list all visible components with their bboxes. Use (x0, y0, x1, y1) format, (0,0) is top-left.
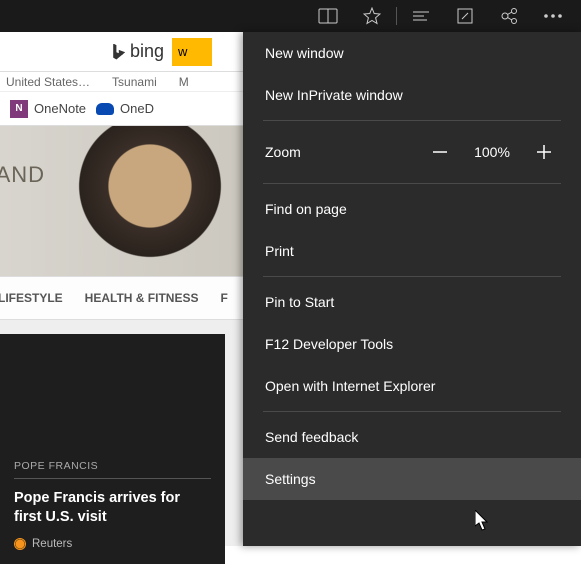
source-label: Reuters (32, 538, 72, 550)
menu-print[interactable]: Print (243, 230, 581, 272)
news-card[interactable]: POPE FRANCIS Pope Francis arrives for fi… (0, 334, 225, 564)
cursor-icon (475, 510, 491, 532)
menu-new-window[interactable]: New window (243, 32, 581, 74)
hero-image (75, 126, 225, 276)
menu-devtools[interactable]: F12 Developer Tools (243, 323, 581, 365)
webnote-icon[interactable] (443, 0, 487, 32)
menu-pin[interactable]: Pin to Start (243, 281, 581, 323)
titlebar (0, 0, 581, 32)
favorite-onenote[interactable]: N OneNote (10, 100, 86, 118)
onenote-icon: N (10, 100, 28, 118)
zoom-value: 100% (471, 144, 513, 160)
reading-view-icon[interactable] (306, 0, 350, 32)
favorite-label: OneNote (34, 101, 86, 116)
nav-health[interactable]: HEALTH & FITNESS (85, 291, 199, 305)
more-icon[interactable] (531, 0, 575, 32)
more-menu: New window New InPrivate window Zoom 100… (243, 32, 581, 546)
nav-more[interactable]: F (220, 291, 227, 305)
favorite-label: OneD (120, 101, 154, 116)
news-source: Reuters (14, 538, 211, 550)
news-title: Pope Francis arrives for first U.S. visi… (14, 489, 211, 528)
favorites-star-icon[interactable] (350, 0, 394, 32)
share-icon[interactable] (487, 0, 531, 32)
zoom-out-button[interactable] (423, 135, 457, 169)
news-tag: POPE FRANCIS (14, 460, 211, 472)
menu-open-ie[interactable]: Open with Internet Explorer (243, 365, 581, 407)
separator (396, 7, 397, 25)
zoom-in-button[interactable] (527, 135, 561, 169)
favorite-onedrive[interactable]: OneD (96, 101, 154, 116)
menu-settings[interactable]: Settings (243, 458, 581, 500)
menu-divider (263, 183, 561, 184)
bing-logo[interactable]: bing (110, 41, 164, 62)
trending-item[interactable]: United States… (6, 75, 90, 89)
onedrive-icon (96, 103, 114, 115)
menu-divider (263, 120, 561, 121)
search-input[interactable] (172, 38, 212, 66)
menu-divider (263, 411, 561, 412)
menu-zoom-row: Zoom 100% (243, 125, 581, 179)
hero-headline: TY AND (0, 162, 45, 188)
menu-feedback[interactable]: Send feedback (243, 416, 581, 458)
trending-item[interactable]: Tsunami (112, 75, 157, 89)
reuters-icon (14, 538, 26, 550)
bing-label: bing (130, 41, 164, 62)
divider (14, 478, 211, 479)
hub-icon[interactable] (399, 0, 443, 32)
zoom-label: Zoom (265, 144, 301, 160)
trending-item[interactable]: M (179, 75, 189, 89)
bing-icon (110, 44, 126, 60)
menu-find[interactable]: Find on page (243, 188, 581, 230)
nav-lifestyle[interactable]: LIFESTYLE (0, 291, 63, 305)
menu-new-inprivate[interactable]: New InPrivate window (243, 74, 581, 116)
menu-divider (263, 276, 561, 277)
